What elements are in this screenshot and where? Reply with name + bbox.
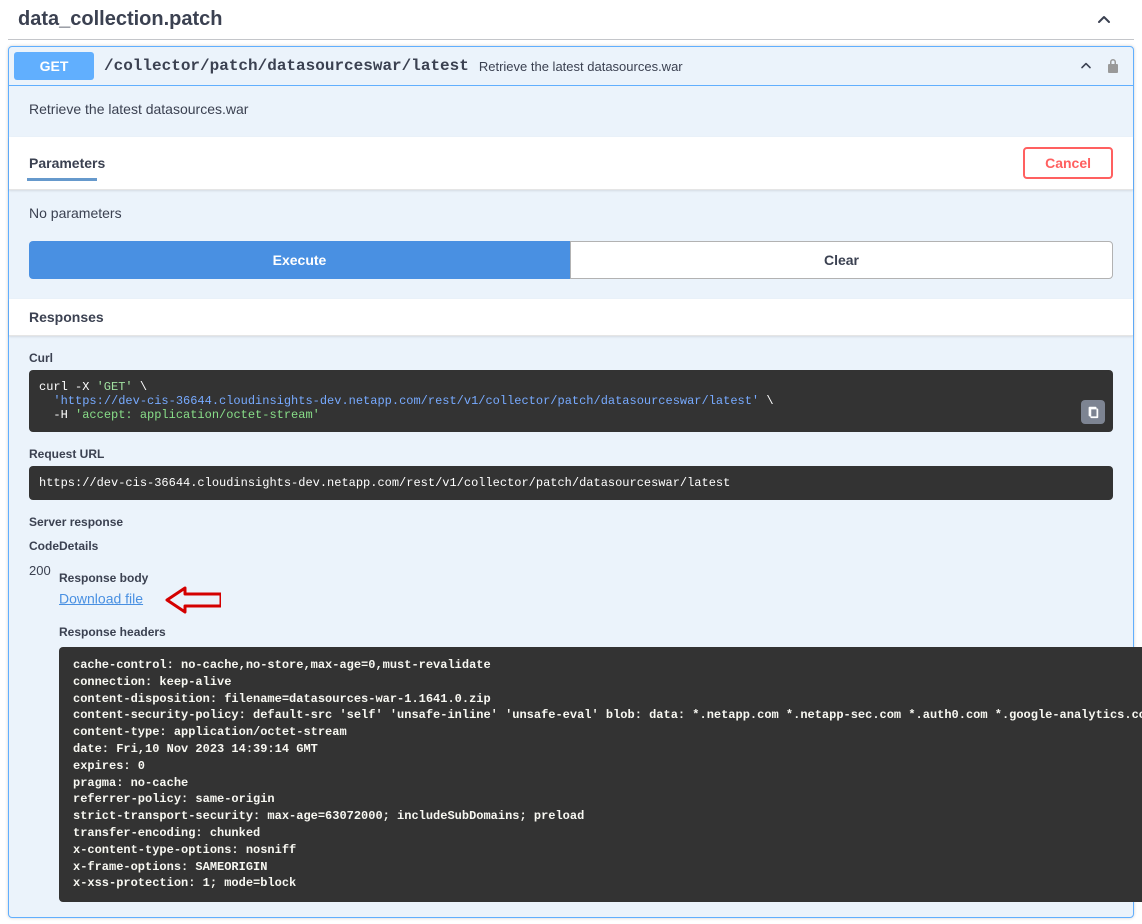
execute-button[interactable]: Execute [29,241,570,279]
request-url-block: https://dev-cis-36644.cloudinsights-dev.… [29,466,1113,500]
code-column-header: Code [29,539,59,563]
parameters-title: Parameters [29,155,1023,171]
chevron-up-icon [1094,10,1114,30]
parameters-header: Parameters Cancel [9,137,1133,190]
execute-row: Execute Clear [29,241,1113,279]
curl-block: curl -X 'GET' \ 'https://dev-cis-36644.c… [29,370,1113,432]
opblock-get: GET /collector/patch/datasourceswar/late… [8,46,1134,918]
download-file-link[interactable]: Download file [59,590,143,606]
curl-label: Curl [29,351,1113,365]
endpoint-summary: Retrieve the latest datasources.war [479,59,1078,74]
response-headers-block: cache-control: no-cache,no-store,max-age… [59,647,1142,902]
clear-button[interactable]: Clear [570,241,1113,279]
arrow-annotation-icon [165,585,221,615]
tag-header[interactable]: data_collection.patch [8,0,1134,40]
chevron-up-icon [1078,58,1094,74]
server-response-label: Server response [29,515,1113,529]
endpoint-path: /collector/patch/datasourceswar/latest [94,57,479,75]
responses-title: Responses [29,309,104,325]
response-table: Code 200 Details Response body Download … [29,539,1113,902]
status-code: 200 [29,563,59,578]
opblock-summary[interactable]: GET /collector/patch/datasourceswar/late… [9,47,1133,86]
request-url-label: Request URL [29,447,1113,461]
details-column-header: Details [59,539,1142,563]
response-body-label: Response body [59,571,1142,585]
opblock-body: Retrieve the latest datasources.war Para… [9,86,1133,917]
lock-icon[interactable] [1106,58,1120,74]
opblock-tag-section: data_collection.patch GET /collector/pat… [0,0,1142,918]
response-headers-label: Response headers [59,625,1142,639]
copy-icon[interactable] [1081,400,1105,424]
responses-header: Responses [9,299,1133,336]
no-parameters-text: No parameters [29,205,1113,221]
cancel-button[interactable]: Cancel [1023,147,1113,179]
tag-title: data_collection.patch [18,8,1094,31]
method-badge: GET [14,52,94,80]
operation-description: Retrieve the latest datasources.war [29,101,1113,117]
